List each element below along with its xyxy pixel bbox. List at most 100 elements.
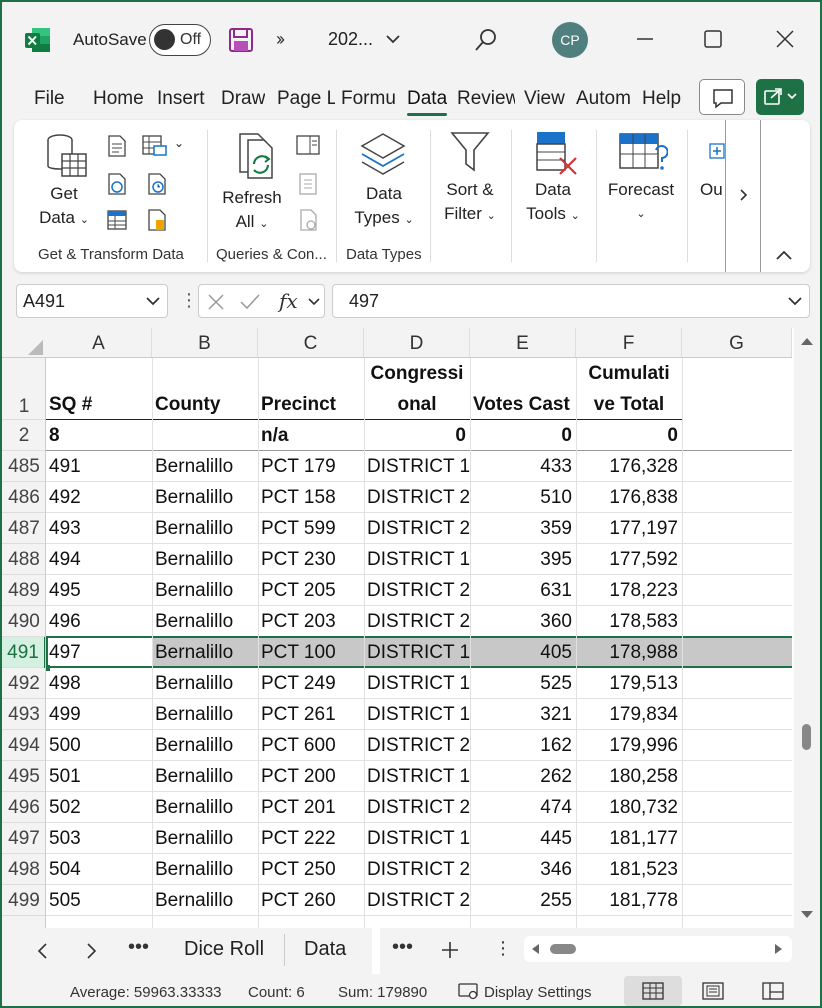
tab-view[interactable]: View (524, 88, 565, 110)
cell[interactable]: Bernalillo (152, 575, 258, 606)
formula-input[interactable]: 497 (332, 284, 810, 318)
cell[interactable]: 491 (46, 451, 152, 482)
chevron-down-icon[interactable] (307, 296, 321, 308)
row-header[interactable]: 2 (2, 420, 46, 451)
cell[interactable]: 525 (470, 668, 576, 699)
from-table-icon[interactable] (106, 208, 128, 232)
outline-icon[interactable] (708, 142, 726, 162)
add-sheet-icon[interactable] (440, 940, 460, 960)
cell[interactable]: 162 (470, 730, 576, 761)
share-button[interactable] (756, 79, 804, 115)
cell[interactable] (152, 420, 258, 451)
row-header[interactable]: 485 (2, 451, 46, 482)
cell[interactable]: 433 (470, 451, 576, 482)
tab-help[interactable]: Help (642, 88, 681, 110)
cell[interactable]: 359 (470, 513, 576, 544)
spreadsheet-grid[interactable]: ABCDEFG 1 SQ # County Precinct Congressi onal… (2, 328, 820, 928)
cancel-entry-icon[interactable] (207, 293, 225, 311)
cell[interactable]: 179,996 (576, 730, 682, 761)
column-header[interactable]: E (470, 328, 576, 358)
cell[interactable]: 177,197 (576, 513, 682, 544)
ribbon-scroll-right[interactable] (725, 120, 761, 272)
row-header[interactable]: 489 (2, 575, 46, 606)
select-all-corner[interactable] (2, 328, 46, 358)
cell[interactable]: Bernalillo (152, 792, 258, 823)
row-header[interactable]: 499 (2, 885, 46, 916)
vertical-scrollbar[interactable] (794, 328, 820, 928)
chevron-down-icon[interactable] (145, 295, 161, 307)
save-icon[interactable] (228, 27, 254, 53)
cell[interactable]: PCT 249 (258, 668, 364, 699)
close-icon[interactable] (772, 26, 798, 52)
data-types-icon[interactable] (358, 132, 408, 176)
cell[interactable]: 321 (470, 699, 576, 730)
cell[interactable]: DISTRICT 1 (364, 823, 470, 854)
row-header[interactable]: 495 (2, 761, 46, 792)
display-settings-icon[interactable] (458, 982, 480, 1000)
horizontal-scrollbar[interactable] (524, 936, 792, 962)
cell[interactable]: 494 (46, 544, 152, 575)
page-break-view-icon[interactable] (762, 982, 784, 1000)
cell[interactable]: DISTRICT 2 (364, 482, 470, 513)
cell[interactable]: DISTRICT 2 (364, 606, 470, 637)
cell[interactable]: 445 (470, 823, 576, 854)
cell[interactable]: 262 (470, 761, 576, 792)
more-sheets-icon[interactable]: ••• (128, 936, 149, 959)
scroll-up-icon[interactable] (800, 336, 814, 346)
cell[interactable]: 176,838 (576, 482, 682, 513)
cell[interactable]: 503 (46, 823, 152, 854)
row-header[interactable]: 486 (2, 482, 46, 513)
edit-links-icon[interactable] (298, 208, 320, 232)
cell[interactable]: PCT 261 (258, 699, 364, 730)
sheet-list-icon[interactable]: ••• (392, 936, 413, 959)
cell[interactable]: n/a (258, 420, 364, 451)
cell[interactable]: 395 (470, 544, 576, 575)
cell[interactable]: 502 (46, 792, 152, 823)
confirm-entry-icon[interactable] (239, 293, 261, 311)
cell[interactable]: 180,258 (576, 761, 682, 792)
tab-review[interactable]: Review (457, 88, 515, 110)
search-icon[interactable] (474, 27, 498, 53)
forecast-button[interactable]: Forecast ⌄ (604, 178, 678, 226)
data-types-button[interactable]: Data Types ⌄ (348, 182, 420, 232)
cell[interactable]: DISTRICT 1 (364, 699, 470, 730)
cell[interactable]: 178,583 (576, 606, 682, 637)
scroll-left-icon[interactable] (530, 943, 540, 955)
row-header[interactable]: 496 (2, 792, 46, 823)
cell[interactable]: 346 (470, 854, 576, 885)
cell[interactable]: DISTRICT 2 (364, 885, 470, 916)
chevron-right-icon[interactable] (84, 942, 98, 960)
row-header[interactable]: 497 (2, 823, 46, 854)
data-tools-button[interactable]: Data Tools ⌄ (520, 178, 586, 228)
cell[interactable]: PCT 158 (258, 482, 364, 513)
cell[interactable]: 181,778 (576, 885, 682, 916)
cell[interactable]: DISTRICT 1 (364, 451, 470, 482)
tab-page-layout[interactable]: Page L (277, 88, 335, 110)
cell[interactable]: Bernalillo (152, 761, 258, 792)
cell[interactable]: Bernalillo (152, 885, 258, 916)
scroll-down-icon[interactable] (800, 910, 814, 920)
status-sum[interactable]: Sum: 179890 (338, 984, 427, 1001)
cell[interactable]: 495 (46, 575, 152, 606)
cell[interactable]: PCT 222 (258, 823, 364, 854)
chevron-left-icon[interactable] (36, 942, 50, 960)
cell[interactable]: 498 (46, 668, 152, 699)
cell[interactable]: 179,834 (576, 699, 682, 730)
cell[interactable]: 493 (46, 513, 152, 544)
column-header[interactable]: G (682, 328, 792, 358)
filter-icon[interactable] (450, 130, 490, 174)
status-count[interactable]: Count: 6 (248, 984, 305, 1001)
column-header[interactable]: C (258, 328, 364, 358)
tab-home[interactable]: Home (93, 88, 144, 110)
cell[interactable]: 178,223 (576, 575, 682, 606)
h-scroll-thumb[interactable] (550, 944, 576, 954)
chevron-down-icon[interactable] (385, 33, 401, 45)
cell[interactable]: 179,513 (576, 668, 682, 699)
cell[interactable]: 180,732 (576, 792, 682, 823)
tab-insert[interactable]: Insert (157, 88, 205, 110)
cell[interactable]: 181,177 (576, 823, 682, 854)
data-tools-icon[interactable] (534, 130, 580, 176)
cell[interactable]: 500 (46, 730, 152, 761)
cell[interactable]: 177,592 (576, 544, 682, 575)
row-header[interactable]: 487 (2, 513, 46, 544)
